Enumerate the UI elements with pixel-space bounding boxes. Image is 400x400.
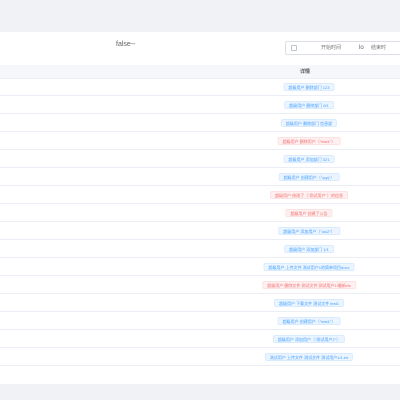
log-panel: false-- lo 详情 超级用户 删除部门 123 超级用户 删除部门 6/1…: [0, 32, 400, 384]
status-text: false--: [116, 41, 136, 48]
detail-tag: 超级用户 创建用户（"qqq"）: [278, 173, 340, 181]
start-date-input[interactable]: [311, 44, 351, 53]
table-row: 超级用户 创建用户（"qqq"）: [0, 168, 400, 186]
detail-tag: 超级用户 添加用户（"测试用户2"）: [272, 335, 346, 343]
detail-tag: 超级用户 添加用户（"ulu2"）: [278, 227, 340, 235]
bottom-bar: [0, 384, 400, 400]
detail-tag: 测试用户 上传文件 测试文件 测试用户1/1.txt: [264, 353, 354, 361]
table-row: 超级用户 删除部门 123: [0, 78, 400, 96]
table-row: 超级用户 创建了公告: [0, 204, 400, 222]
detail-tag: 超级用户 下载文件 测试文件 test1: [273, 299, 345, 307]
table-row: 超级用户 添加部门 321: [0, 150, 400, 168]
table-row: 超级用户 删除部门 6/1: [0, 96, 400, 114]
table-row: 超级用户 创建用户（"test1"）: [0, 312, 400, 330]
date-range-separator: lo: [359, 45, 364, 51]
calendar-icon: [291, 45, 297, 51]
detail-tag: 超级用户 删除用户（"test1"）: [277, 137, 341, 145]
table-row: 超级用户 下载文件 测试文件 test1: [0, 294, 400, 312]
detail-tag: 超级用户 上传文件 测试用户1的简单项目docx: [263, 263, 355, 271]
detail-tag: 超级用户 删除部门 123: [283, 83, 335, 91]
table-row: 超级用户 上传文件 测试用户1的简单项目docx: [0, 258, 400, 276]
detail-tag: 超级用户 删除文件 测试文件 测试用户1/最新xls: [262, 281, 356, 289]
table-row: 超级用户 删除文件 测试文件 测试用户1/最新xls: [0, 276, 400, 294]
toolbar: false-- lo: [0, 32, 400, 62]
detail-tag: 超级用户 修改了（"测试用户"）的信息: [270, 191, 348, 199]
table-row: 超级用户 添加用户（"测试用户2"）: [0, 330, 400, 348]
detail-tag: 超级用户 创建用户（"test1"）: [277, 317, 341, 325]
column-header-detail: 详情: [300, 69, 311, 75]
table-row: 超级用户 添加部门 1/1: [0, 240, 400, 258]
table-row: 超级用户 删除部门 信息部: [0, 114, 400, 132]
table-body: 超级用户 删除部门 123 超级用户 删除部门 6/1 超级用户 删除部门 信息部超…: [0, 78, 400, 366]
table-header: 详情: [0, 65, 400, 79]
table-row: 超级用户 修改了（"测试用户"）的信息: [0, 186, 400, 204]
table-row: 超级用户 删除用户（"test1"）: [0, 132, 400, 150]
end-date-input[interactable]: [371, 44, 400, 53]
table-row: 超级用户 添加用户（"ulu2"）: [0, 222, 400, 240]
top-bar: [0, 0, 400, 24]
table-row: 测试用户 上传文件 测试文件 测试用户1/1.txt: [0, 348, 400, 366]
detail-tag: 超级用户 添加部门 321: [283, 155, 335, 163]
detail-tag: 超级用户 添加部门 1/1: [284, 245, 334, 253]
date-range-picker[interactable]: lo: [285, 41, 400, 55]
detail-tag: 超级用户 删除部门 信息部: [280, 119, 338, 127]
detail-tag: 超级用户 创建了公告: [285, 209, 333, 217]
detail-tag: 超级用户 删除部门 6/1: [284, 101, 334, 109]
